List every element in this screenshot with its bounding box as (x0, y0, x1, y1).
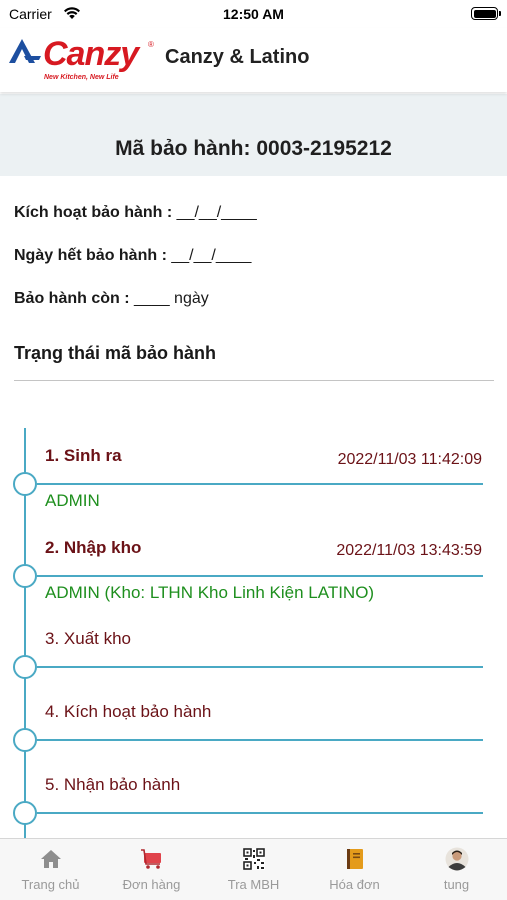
step-connector (37, 739, 483, 741)
logo-wordmark: Canzy (43, 35, 139, 73)
activation-date-label: Kích hoạt bảo hành : (14, 204, 173, 221)
remaining-label: Bảo hành còn : (14, 290, 130, 307)
step-timestamp: 2022/11/03 11:42:09 (337, 451, 482, 468)
home-icon (40, 850, 61, 868)
tab-label: Đơn hàng (122, 877, 181, 892)
step-title: 4. Kích hoạt bảo hành (45, 702, 212, 721)
app-header: Canzy ® New Kitchen, New Life Canzy & La… (0, 28, 507, 92)
user-avatar-icon (445, 847, 468, 871)
step-actor: ADMIN (Kho: LTHN Kho Linh Kiện LATINO) (45, 583, 375, 602)
status-section-title: Trạng thái mã bảo hành (14, 343, 217, 363)
clock: 12:50 AM (223, 6, 284, 22)
logo-tagline: New Kitchen, New Life (44, 74, 119, 81)
step-actor: ADMIN (45, 491, 100, 510)
logo-registered-mark: ® (148, 40, 154, 49)
cart-icon (140, 849, 161, 869)
step-connector (37, 575, 483, 577)
tab-warranty-lookup[interactable]: Tra MBH (203, 839, 304, 900)
step-title: 2. Nhập kho (45, 538, 142, 557)
tab-orders[interactable]: Đơn hàng (101, 839, 202, 900)
warranty-code: Mã bảo hành: 0003-2195212 (115, 137, 392, 160)
step-connector (37, 666, 483, 668)
battery-icon (471, 7, 501, 20)
expiry-date-row: Ngày hết bảo hành : __/__/____ (14, 247, 251, 265)
step-node-icon (13, 564, 37, 588)
app-title: Canzy & Latino (165, 46, 310, 68)
canzy-logo: Canzy ® New Kitchen, New Life (7, 33, 157, 83)
invoice-book-icon (346, 849, 363, 869)
step-node-icon (13, 655, 37, 679)
tab-invoices[interactable]: Hóa đơn (304, 839, 405, 900)
activation-date-value: __/__/____ (176, 204, 257, 221)
step-connector (37, 483, 483, 485)
expiry-date-value: __/__/____ (171, 247, 252, 264)
step-title: 1. Sinh ra (45, 446, 122, 465)
step-node-icon (13, 728, 37, 752)
remaining-value: ____ ngày (134, 290, 209, 307)
step-node-icon (13, 801, 37, 825)
tab-label: Trang chủ (21, 877, 80, 892)
tab-profile[interactable]: tung (406, 839, 507, 900)
section-divider (14, 380, 494, 381)
step-title: 3. Xuất kho (45, 629, 132, 648)
step-title: 5. Nhận bảo hành (45, 775, 181, 794)
expiry-date-label: Ngày hết bảo hành : (14, 247, 167, 264)
tab-home[interactable]: Trang chủ (0, 839, 101, 900)
qr-code-icon (242, 848, 265, 870)
warranty-code-banner: Mã bảo hành: 0003-2195212 (0, 94, 507, 176)
bottom-tab-bar: Trang chủ Đơn hàng Tra MBH Hóa đơn tung (0, 838, 507, 900)
tab-label: tung (443, 877, 470, 892)
status-bar: Carrier 12:50 AM (0, 0, 507, 28)
step-connector (37, 812, 483, 814)
step-timestamp: 2022/11/03 13:43:59 (336, 542, 482, 559)
remaining-row: Bảo hành còn : ____ ngày (14, 290, 209, 308)
activation-date-row: Kích hoạt bảo hành : __/__/____ (14, 204, 257, 222)
step-node-icon (13, 472, 37, 496)
canzy-logo-mark-icon (9, 39, 41, 63)
tab-label: Hóa đơn (329, 877, 380, 892)
tab-label: Tra MBH (227, 877, 280, 892)
